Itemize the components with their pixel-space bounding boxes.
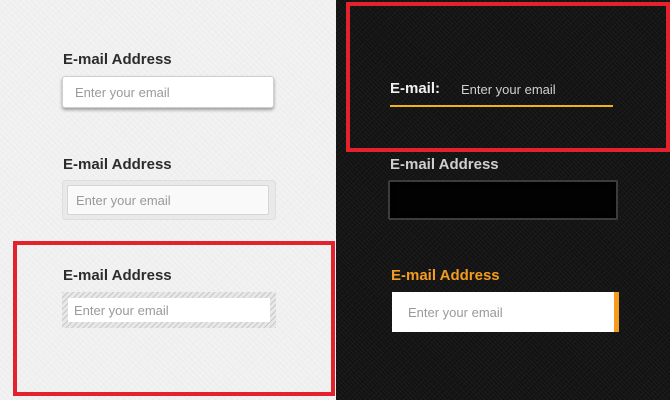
email-field-dark-2[interactable] <box>388 180 618 220</box>
email-label-dark-3: E-mail Address <box>391 267 500 284</box>
email-label-dark-2: E-mail Address <box>390 156 499 173</box>
email-field-light-2[interactable] <box>67 185 269 215</box>
email-label-light-1: E-mail Address <box>63 51 172 68</box>
orange-accent-bar <box>614 292 619 332</box>
email-label-light-2: E-mail Address <box>63 156 172 173</box>
email-field-light-1[interactable] <box>62 76 274 108</box>
highlight-box-dark-underline <box>346 2 670 152</box>
highlight-box-light-striped <box>13 241 335 396</box>
email-field-dark-3[interactable] <box>392 292 614 332</box>
